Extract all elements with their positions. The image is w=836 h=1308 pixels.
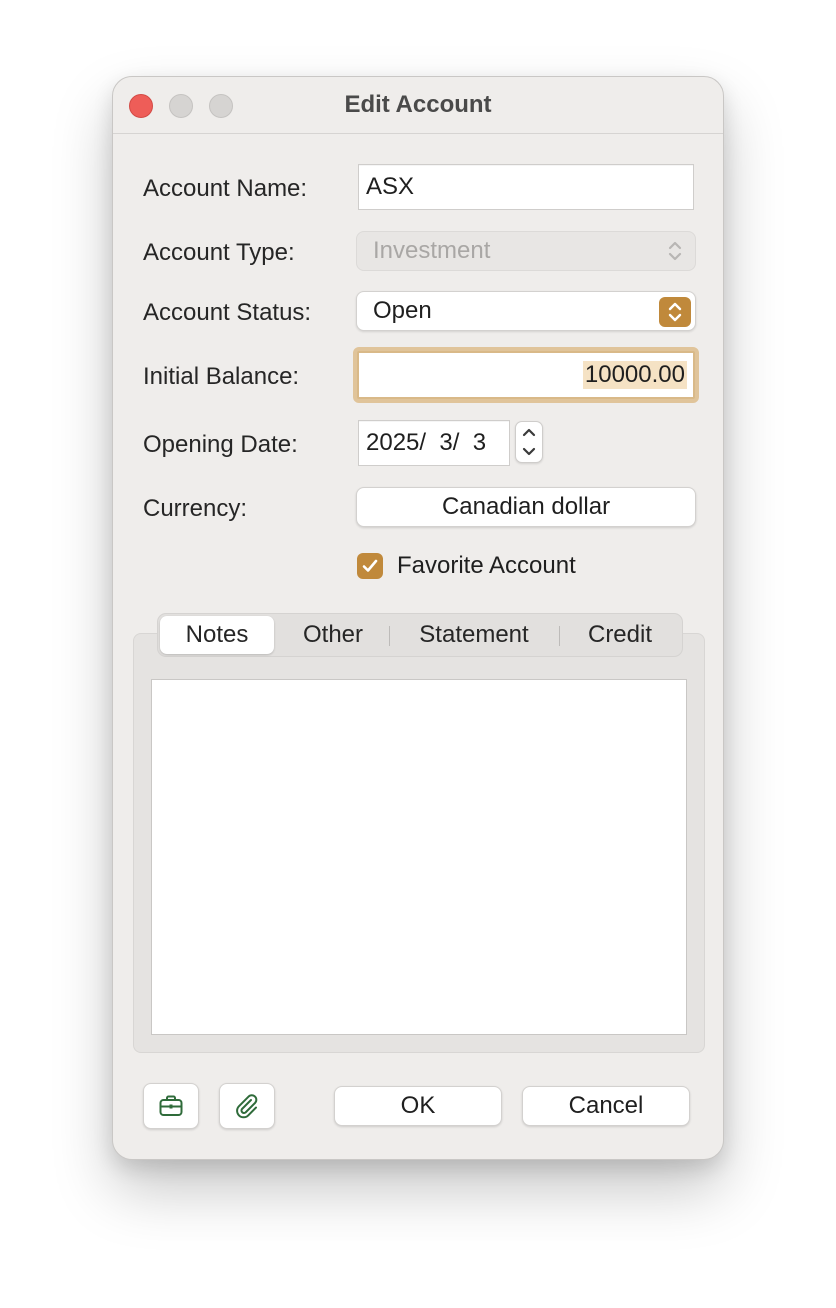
favorite-account-checkbox[interactable]: [357, 553, 383, 579]
currency-button[interactable]: Canadian dollar: [356, 487, 696, 527]
window-title: Edit Account: [344, 91, 492, 118]
paperclip-icon: [236, 1094, 258, 1119]
tab-statement[interactable]: Statement: [394, 616, 554, 654]
chevron-up-down-icon: [661, 237, 689, 265]
initial-balance-value: 10000.00: [582, 361, 687, 389]
currency-label: Currency:: [143, 495, 248, 522]
account-name-field[interactable]: ASX: [358, 164, 694, 210]
initial-balance-field[interactable]: 10000.00: [359, 353, 693, 397]
opening-date-stepper[interactable]: [515, 421, 543, 463]
briefcase-icon: [159, 1095, 183, 1116]
attachment-button[interactable]: [219, 1083, 275, 1129]
edit-account-window: Edit Account Account Name: ASX Account T…: [112, 76, 724, 1160]
account-type-label: Account Type:: [143, 239, 295, 266]
title-bar: Edit Account: [113, 77, 723, 134]
chevron-up-down-icon: [659, 297, 691, 327]
initial-balance-focus-ring: 10000.00: [353, 347, 699, 403]
tab-other[interactable]: Other: [276, 616, 390, 654]
initial-balance-label: Initial Balance:: [143, 363, 300, 390]
opening-date-label: Opening Date:: [143, 431, 298, 458]
account-status-label: Account Status:: [143, 299, 312, 326]
account-type-value: Investment: [373, 237, 491, 264]
account-status-value: Open: [373, 297, 432, 324]
chevron-down-icon[interactable]: [516, 442, 542, 462]
account-type-popup: Investment: [356, 231, 696, 271]
tab-separator: [389, 626, 390, 646]
account-name-label: Account Name:: [143, 175, 308, 202]
tab-separator: [559, 626, 560, 646]
account-status-popup[interactable]: Open: [356, 291, 696, 331]
opening-date-field[interactable]: 2025/ 3/ 3: [358, 420, 510, 466]
tab-bar: Notes Other Statement Credit: [157, 613, 683, 657]
tab-notes[interactable]: Notes: [160, 616, 274, 654]
notes-text-area[interactable]: [151, 679, 687, 1035]
cancel-button[interactable]: Cancel: [522, 1086, 690, 1126]
checkmark-icon: [362, 559, 378, 572]
briefcase-button[interactable]: [143, 1083, 199, 1129]
tab-credit[interactable]: Credit: [564, 616, 676, 654]
chevron-up-icon[interactable]: [516, 422, 542, 442]
favorite-account-label[interactable]: Favorite Account: [397, 552, 576, 580]
ok-button[interactable]: OK: [334, 1086, 502, 1126]
